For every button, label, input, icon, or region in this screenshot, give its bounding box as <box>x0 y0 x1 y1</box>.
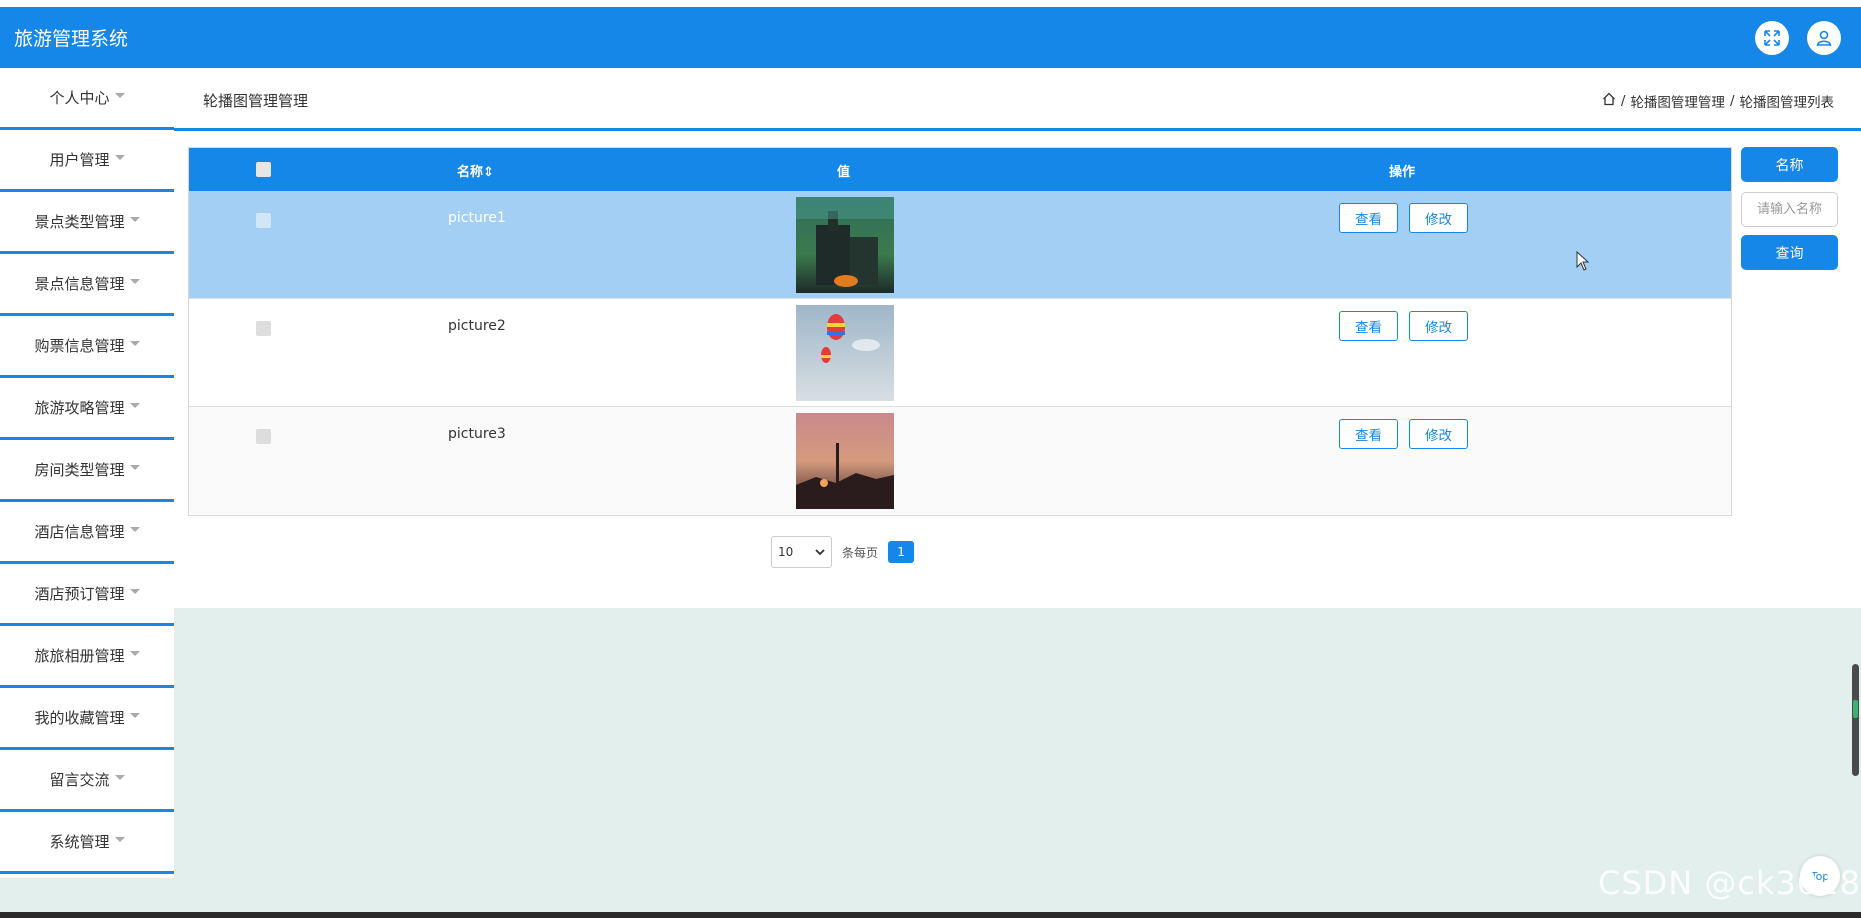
sidebar-item-label: 景点类型管理 <box>34 213 125 231</box>
caret-down-icon <box>129 403 140 408</box>
sidebar-item-label: 我的收藏管理 <box>34 709 125 727</box>
breadcrumb-separator: / <box>1729 93 1735 109</box>
sidebar-item-label: 房间类型管理 <box>34 461 125 479</box>
sidebar-item-label: 旅游攻略管理 <box>34 399 125 417</box>
column-label: 名称 <box>457 165 484 180</box>
breadcrumb-item-current: 轮播图管理列表 <box>1739 95 1835 111</box>
app-title: 旅游管理系统 <box>14 28 129 50</box>
sunset-image <box>796 413 894 509</box>
page-size-value: 10 <box>778 545 794 559</box>
edit-button[interactable]: 修改 <box>1409 203 1468 233</box>
data-table: 名称⇕ 值 操作 picture1 查看 修改 picture2 查看 修改 p… <box>188 147 1732 516</box>
table-row[interactable]: picture2 查看 修改 <box>189 299 1731 407</box>
bottom-edge <box>0 912 1861 918</box>
sidebar-item-label: 景点信息管理 <box>34 275 125 293</box>
sidebar-item-album[interactable]: 旅旅相册管理 <box>0 626 174 688</box>
caret-down-icon <box>129 713 140 718</box>
table-row[interactable]: picture1 查看 修改 <box>189 191 1731 299</box>
watermark: CSDN @ck3018 <box>1598 864 1861 902</box>
caret-down-icon <box>114 837 125 842</box>
column-header-name[interactable]: 名称⇕ <box>457 161 494 180</box>
breadcrumb-separator: / <box>1620 93 1626 109</box>
sidebar-item-system[interactable]: 系统管理 <box>0 812 174 874</box>
mouse-cursor-icon <box>1576 250 1590 275</box>
sidebar-item-label: 旅旅相册管理 <box>34 647 125 665</box>
scrollbar[interactable] <box>1852 664 1859 776</box>
breadcrumb: / 轮播图管理管理 / 轮播图管理列表 <box>1602 91 1834 111</box>
caret-down-icon <box>129 651 140 656</box>
view-button[interactable]: 查看 <box>1339 311 1398 341</box>
chevron-down-icon <box>815 545 825 559</box>
search-input[interactable]: 请输入名称 <box>1741 192 1838 227</box>
pagination: 10 条每页 1 <box>771 536 915 568</box>
sort-icon[interactable]: ⇕ <box>483 165 494 180</box>
cell-name: picture1 <box>448 210 506 226</box>
sidebar: 个人中心 用户管理 景点类型管理 景点信息管理 购票信息管理 旅游攻略管理 房间… <box>0 68 174 878</box>
cell-name: picture3 <box>448 426 506 442</box>
edit-button[interactable]: 修改 <box>1409 419 1468 449</box>
row-checkbox[interactable] <box>256 429 271 444</box>
castle-image <box>796 197 894 293</box>
balloon-image <box>796 305 894 401</box>
table-header: 名称⇕ 值 操作 <box>189 148 1731 191</box>
user-icon[interactable] <box>1807 21 1841 55</box>
caret-down-icon <box>114 155 125 160</box>
sidebar-item-personal-center[interactable]: 个人中心 <box>0 68 174 130</box>
caret-down-icon <box>114 93 125 98</box>
edit-button[interactable]: 修改 <box>1409 311 1468 341</box>
sidebar-item-tickets[interactable]: 购票信息管理 <box>0 316 174 378</box>
name-filter-button[interactable]: 名称 <box>1741 147 1838 182</box>
column-header-value: 值 <box>837 165 851 180</box>
scrollbar-thumb[interactable] <box>1853 700 1858 718</box>
caret-down-icon <box>129 279 140 284</box>
sidebar-item-hotel-info[interactable]: 酒店信息管理 <box>0 502 174 564</box>
home-icon[interactable] <box>1602 92 1616 110</box>
view-button[interactable]: 查看 <box>1339 419 1398 449</box>
sidebar-item-scenic-info[interactable]: 景点信息管理 <box>0 254 174 316</box>
sidebar-item-label: 系统管理 <box>49 833 110 851</box>
caret-down-icon <box>129 589 140 594</box>
table-row[interactable]: picture3 查看 修改 <box>189 407 1731 514</box>
page-size-select[interactable]: 10 <box>771 536 832 568</box>
row-checkbox[interactable] <box>256 321 271 336</box>
sidebar-item-label: 用户管理 <box>49 151 110 169</box>
caret-down-icon <box>129 465 140 470</box>
content-header: 轮播图管理管理 / 轮播图管理管理 / 轮播图管理列表 <box>174 68 1861 131</box>
caret-down-icon <box>129 217 140 222</box>
cell-name: picture2 <box>448 318 506 334</box>
sidebar-item-scenic-types[interactable]: 景点类型管理 <box>0 192 174 254</box>
caret-down-icon <box>129 527 140 532</box>
per-page-label: 条每页 <box>842 545 879 560</box>
sidebar-item-favorites[interactable]: 我的收藏管理 <box>0 688 174 750</box>
caret-down-icon <box>114 775 125 780</box>
sidebar-item-hotel-booking[interactable]: 酒店预订管理 <box>0 564 174 626</box>
sidebar-item-room-types[interactable]: 房间类型管理 <box>0 440 174 502</box>
query-button[interactable]: 查询 <box>1741 235 1838 270</box>
sidebar-item-messages[interactable]: 留言交流 <box>0 750 174 812</box>
sidebar-item-label: 酒店信息管理 <box>34 523 125 541</box>
top-navbar: 旅游管理系统 <box>0 7 1861 68</box>
view-button[interactable]: 查看 <box>1339 203 1398 233</box>
sidebar-item-label: 酒店预订管理 <box>34 585 125 603</box>
page-button-current[interactable]: 1 <box>888 541 915 563</box>
sidebar-item-label: 个人中心 <box>49 89 110 107</box>
sidebar-item-label: 购票信息管理 <box>34 337 125 355</box>
select-all-checkbox[interactable] <box>256 162 271 177</box>
sidebar-item-label: 留言交流 <box>49 771 110 789</box>
column-header-actions: 操作 <box>1389 165 1416 180</box>
page-title: 轮播图管理管理 <box>203 92 309 110</box>
sidebar-item-users[interactable]: 用户管理 <box>0 130 174 192</box>
fullscreen-icon[interactable] <box>1755 21 1789 55</box>
sidebar-item-travel-guides[interactable]: 旅游攻略管理 <box>0 378 174 440</box>
caret-down-icon <box>129 341 140 346</box>
row-checkbox[interactable] <box>256 213 271 228</box>
top-strip <box>0 0 1861 7</box>
breadcrumb-item[interactable]: 轮播图管理管理 <box>1630 91 1725 111</box>
